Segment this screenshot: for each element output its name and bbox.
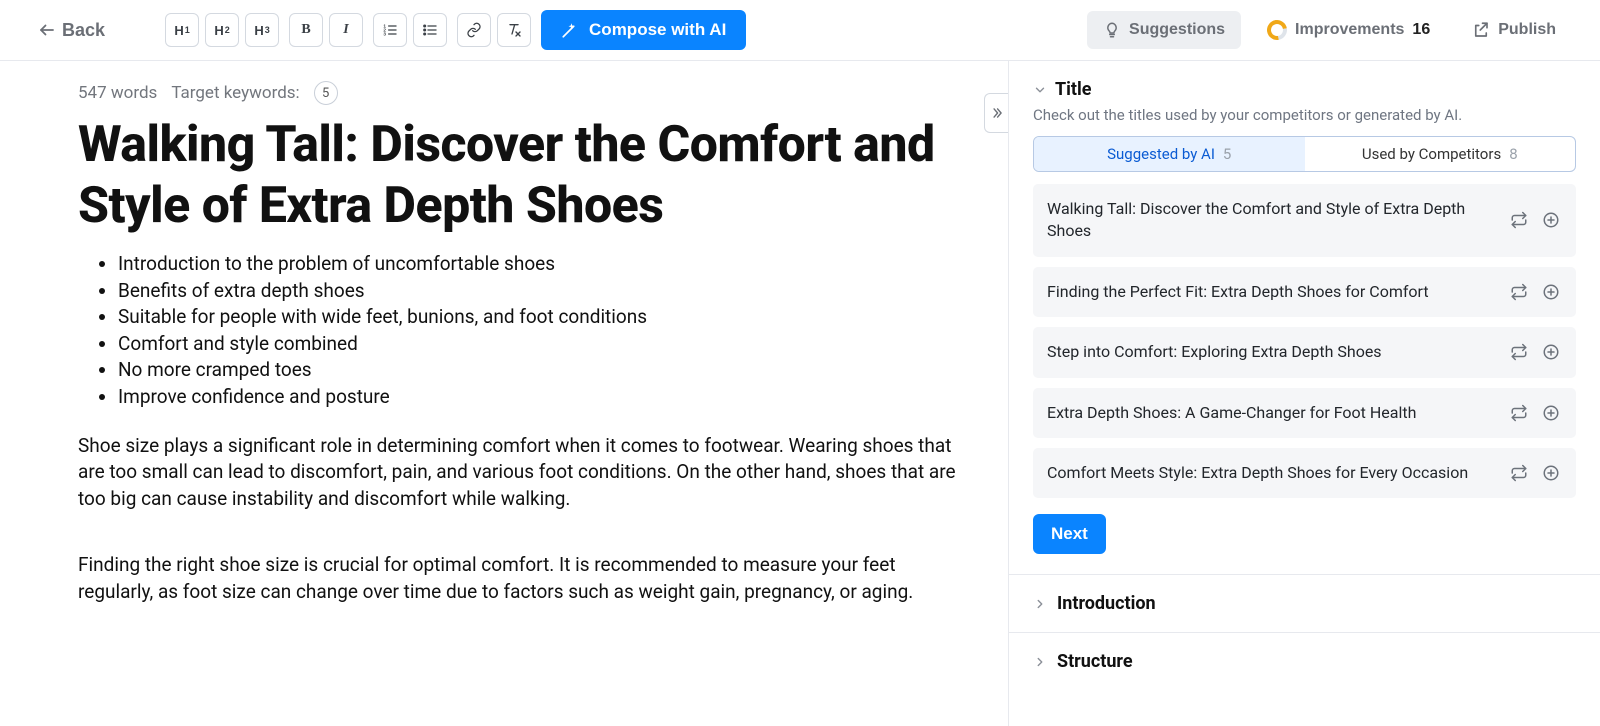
target-keywords-count[interactable]: 5 [314, 81, 338, 105]
improvements-button[interactable]: Improvements 16 [1251, 11, 1446, 49]
add-button[interactable] [1540, 341, 1562, 363]
lightbulb-icon [1103, 21, 1121, 39]
suggestions-button[interactable]: Suggestions [1087, 11, 1241, 49]
h2-button[interactable]: H2 [205, 13, 239, 47]
misc-group [457, 13, 531, 47]
regenerate-button[interactable] [1508, 209, 1530, 231]
ordered-list-button[interactable]: 123 [373, 13, 407, 47]
structure-section-header[interactable]: Structure [1009, 632, 1600, 690]
structure-section-label: Structure [1057, 651, 1133, 672]
tab-suggested-by-ai[interactable]: Suggested by AI 5 [1034, 137, 1305, 171]
suggestion-text: Walking Tall: Discover the Comfort and S… [1047, 198, 1498, 243]
title-source-tabs: Suggested by AI 5 Used by Competitors 8 [1033, 136, 1576, 172]
list-group: 123 [373, 13, 447, 47]
title-section-label: Title [1055, 79, 1092, 100]
list-item[interactable]: Suitable for people with wide feet, buni… [118, 304, 968, 331]
publish-label: Publish [1498, 21, 1556, 39]
suggestion-text: Finding the Perfect Fit: Extra Depth Sho… [1047, 281, 1498, 303]
add-button[interactable] [1540, 281, 1562, 303]
link-button[interactable] [457, 13, 491, 47]
compose-with-ai-button[interactable]: Compose with AI [541, 10, 746, 50]
progress-ring-icon [1263, 16, 1291, 44]
suggestion-item: Finding the Perfect Fit: Extra Depth Sho… [1033, 267, 1576, 317]
title-section-header[interactable]: Title [1009, 61, 1600, 104]
chevron-right-icon [1033, 655, 1047, 669]
tab-count: 5 [1223, 145, 1231, 163]
paragraph[interactable]: Shoe size plays a significant role in de… [78, 433, 958, 513]
share-arrow-icon [1472, 21, 1490, 39]
add-button[interactable] [1540, 402, 1562, 424]
suggestion-item: Walking Tall: Discover the Comfort and S… [1033, 184, 1576, 257]
heading-group: H1 H2 H3 [165, 13, 279, 47]
list-item[interactable]: Benefits of extra depth shoes [118, 278, 968, 305]
chevrons-right-icon [990, 106, 1004, 120]
list-item[interactable]: Introduction to the problem of uncomfort… [118, 251, 968, 278]
improvements-label: Improvements [1295, 21, 1404, 39]
suggestion-text: Extra Depth Shoes: A Game-Changer for Fo… [1047, 402, 1498, 424]
outline-list[interactable]: Introduction to the problem of uncomfort… [118, 251, 968, 411]
italic-button[interactable]: I [329, 13, 363, 47]
regenerate-button[interactable] [1508, 402, 1530, 424]
suggestions-label: Suggestions [1129, 21, 1225, 39]
h3-button[interactable]: H3 [245, 13, 279, 47]
list-item[interactable]: Comfort and style combined [118, 331, 968, 358]
format-group: B I [289, 13, 363, 47]
suggestion-item: Step into Comfort: Exploring Extra Depth… [1033, 327, 1576, 377]
editor-meta: 547 words Target keywords: 5 [78, 81, 968, 105]
paragraph[interactable]: Finding the right shoe size is crucial f… [78, 552, 958, 605]
word-count: 547 words [78, 83, 157, 103]
tab-label: Suggested by AI [1107, 145, 1215, 163]
tab-count: 8 [1509, 145, 1517, 163]
suggestion-text: Step into Comfort: Exploring Extra Depth… [1047, 341, 1498, 363]
improvements-count: 16 [1412, 21, 1430, 39]
compose-label: Compose with AI [589, 20, 726, 40]
tab-label: Used by Competitors [1362, 145, 1501, 163]
introduction-section-label: Introduction [1057, 593, 1156, 614]
document-title[interactable]: Walking Tall: Discover the Comfort and S… [78, 115, 948, 237]
regenerate-button[interactable] [1508, 462, 1530, 484]
unordered-list-button[interactable] [413, 13, 447, 47]
regenerate-button[interactable] [1508, 281, 1530, 303]
back-label: Back [62, 20, 105, 41]
suggestion-item: Comfort Meets Style: Extra Depth Shoes f… [1033, 448, 1576, 498]
arrow-left-icon [38, 21, 56, 39]
suggestions-panel: Title Check out the titles used by your … [1008, 61, 1600, 726]
suggestion-text: Comfort Meets Style: Extra Depth Shoes f… [1047, 462, 1498, 484]
tab-used-by-competitors[interactable]: Used by Competitors 8 [1305, 137, 1576, 171]
publish-button[interactable]: Publish [1456, 11, 1572, 49]
collapse-panel-button[interactable] [984, 93, 1008, 133]
list-item[interactable]: No more cramped toes [118, 357, 968, 384]
clear-format-button[interactable] [497, 13, 531, 47]
add-button[interactable] [1540, 462, 1562, 484]
svg-text:3: 3 [383, 31, 386, 36]
chevron-down-icon [1033, 83, 1047, 97]
regenerate-button[interactable] [1508, 341, 1530, 363]
bold-button[interactable]: B [289, 13, 323, 47]
suggestion-item: Extra Depth Shoes: A Game-Changer for Fo… [1033, 388, 1576, 438]
chevron-right-icon [1033, 597, 1047, 611]
introduction-section-header[interactable]: Introduction [1009, 574, 1600, 632]
main-area: 547 words Target keywords: 5 Walking Tal… [0, 61, 1600, 726]
magic-wand-icon [561, 21, 579, 39]
editor-column: 547 words Target keywords: 5 Walking Tal… [0, 61, 1008, 726]
title-section-hint: Check out the titles used by your compet… [1009, 104, 1600, 136]
target-keywords-label: Target keywords: [171, 83, 299, 103]
next-button[interactable]: Next [1033, 514, 1106, 554]
list-item[interactable]: Improve confidence and posture [118, 384, 968, 411]
add-button[interactable] [1540, 209, 1562, 231]
toolbar: Back H1 H2 H3 B I 123 Compose with AI [0, 0, 1600, 61]
back-button[interactable]: Back [28, 14, 115, 47]
h1-button[interactable]: H1 [165, 13, 199, 47]
suggestion-list: Walking Tall: Discover the Comfort and S… [1009, 184, 1600, 498]
